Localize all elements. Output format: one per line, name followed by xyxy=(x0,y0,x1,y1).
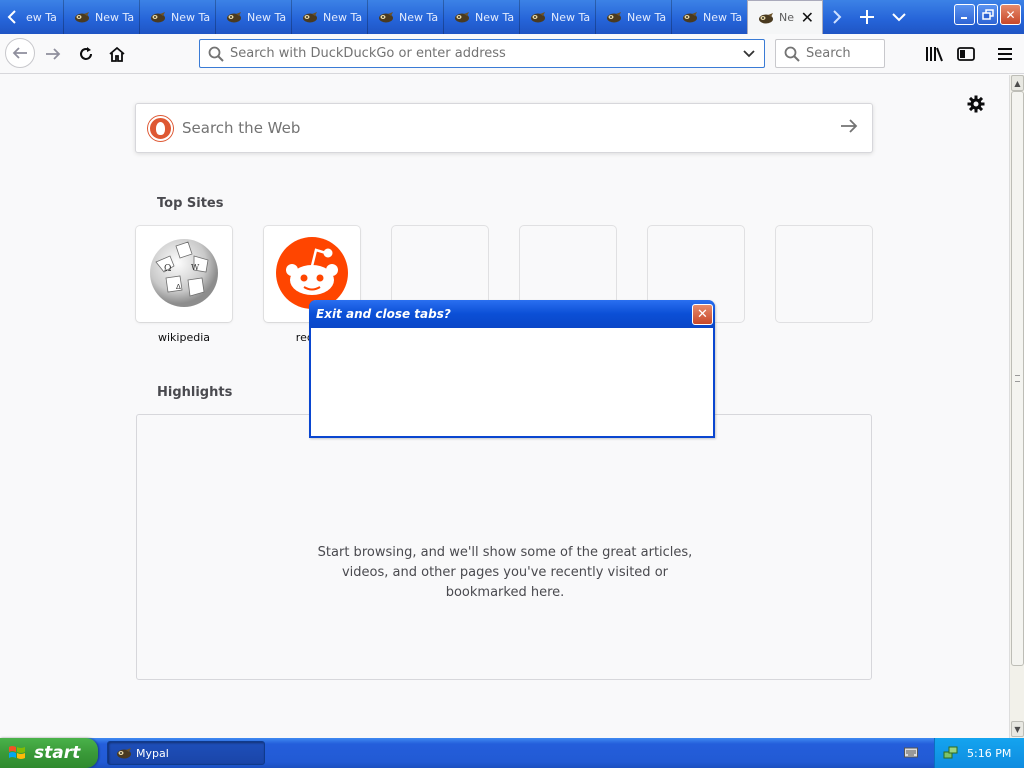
scroll-up-icon[interactable]: ▲ xyxy=(1011,75,1024,91)
highlights-empty-state: Start browsing, and we'll show some of t… xyxy=(136,414,872,680)
tab-title: New Ta xyxy=(247,10,287,24)
url-bar[interactable]: Search with DuckDuckGo or enter address xyxy=(199,39,765,68)
svg-text:ᐃ: ᐃ xyxy=(176,283,181,291)
hamburger-menu-icon[interactable] xyxy=(993,42,1017,66)
scrollbar-thumb[interactable] xyxy=(1011,91,1024,666)
search-icon xyxy=(784,46,800,66)
tab-title: New Ta xyxy=(399,10,439,24)
tab-title: New Ta xyxy=(171,10,211,24)
top-site-empty[interactable] xyxy=(776,226,872,322)
scroll-tabs-left-icon[interactable] xyxy=(0,0,24,34)
mypal-favicon-icon xyxy=(74,11,90,23)
svg-text:W: W xyxy=(191,263,200,272)
list-all-tabs-chevron-down-icon[interactable] xyxy=(886,0,912,34)
wikipedia-globe-icon: Ω W ᐃ xyxy=(150,239,218,307)
dialog-titlebar[interactable]: Exit and close tabs? ✕ xyxy=(309,300,715,328)
system-tray: 5:16 PM xyxy=(934,738,1024,768)
web-search-placeholder[interactable]: Search the Web xyxy=(182,119,300,137)
restore-button[interactable] xyxy=(977,4,998,25)
library-icon[interactable] xyxy=(922,42,946,66)
mypal-favicon-icon xyxy=(606,11,622,23)
mypal-favicon-icon xyxy=(302,11,318,23)
tab-title: New Ta xyxy=(323,10,363,24)
network-icon[interactable] xyxy=(943,746,959,763)
dialog-title: Exit and close tabs? xyxy=(316,307,451,321)
clock: 5:16 PM xyxy=(967,746,1012,760)
highlights-empty-line: bookmarked here. xyxy=(445,585,565,600)
tab-title: New Ta xyxy=(95,10,135,24)
reload-icon[interactable] xyxy=(72,40,100,68)
search-bar[interactable]: Search xyxy=(775,39,885,68)
mypal-favicon-icon xyxy=(378,11,394,23)
tab-title: New Ta xyxy=(551,10,591,24)
url-dropdown-chevron-down-icon[interactable] xyxy=(742,46,756,64)
start-label: start xyxy=(34,743,81,763)
tab-strip: ew Ta New Ta New Ta New Ta New Ta New Ta… xyxy=(0,0,1024,34)
mypal-favicon-icon xyxy=(530,11,546,23)
tab-title: New Ta xyxy=(627,10,667,24)
mypal-favicon-icon xyxy=(758,12,774,24)
duckduckgo-logo-icon xyxy=(148,116,173,141)
top-site-wikipedia[interactable]: Ω W ᐃ xyxy=(136,226,232,322)
taskbar: start Mypal 5:16 PM xyxy=(0,738,1024,768)
top-site-label: wikipedia xyxy=(157,331,210,344)
taskbar-mypal-button[interactable]: Mypal xyxy=(107,741,265,765)
minimize-button[interactable] xyxy=(954,4,975,25)
tab[interactable]: New Ta xyxy=(140,0,216,34)
forward-arrow-icon[interactable] xyxy=(39,40,67,68)
url-input-placeholder[interactable]: Search with DuckDuckGo or enter address xyxy=(230,46,506,61)
highlights-empty-line: Start browsing, and we'll show some of t… xyxy=(317,545,693,560)
tab[interactable]: New Ta xyxy=(596,0,672,34)
tab-title: ew Ta xyxy=(26,10,57,24)
start-button[interactable]: start xyxy=(0,738,98,768)
top-sites-heading: Top Sites xyxy=(157,196,224,211)
tab[interactable]: New Ta xyxy=(64,0,140,34)
search-icon xyxy=(208,46,224,66)
dialog-body xyxy=(311,328,713,436)
tab-title: New Ta xyxy=(475,10,515,24)
mypal-favicon-icon xyxy=(454,11,470,23)
mypal-favicon-icon xyxy=(682,11,698,23)
tab-active[interactable]: Ne ✕ xyxy=(747,0,823,34)
tab[interactable]: New Ta xyxy=(672,0,748,34)
home-icon[interactable] xyxy=(103,40,131,68)
scroll-down-icon[interactable]: ▼ xyxy=(1011,721,1024,737)
tab[interactable]: New Ta xyxy=(444,0,520,34)
tab-title: Ne xyxy=(779,11,794,24)
highlights-empty-line: videos, and other pages you've recently … xyxy=(341,565,668,580)
sidebar-toggle-icon[interactable] xyxy=(954,42,978,66)
mypal-favicon-icon xyxy=(150,11,166,23)
task-label: Mypal xyxy=(136,746,169,760)
tab-title: New Ta xyxy=(703,10,743,24)
vertical-scrollbar[interactable]: ▲ ▼ xyxy=(1009,75,1024,738)
close-window-button[interactable]: ✕ xyxy=(1000,4,1021,25)
screen: ew Ta New Ta New Ta New Ta New Ta New Ta… xyxy=(0,0,1024,768)
highlights-heading: Highlights xyxy=(157,385,233,400)
back-arrow-icon[interactable] xyxy=(5,38,35,68)
arrow-right-icon[interactable] xyxy=(840,118,858,138)
mypal-favicon-icon xyxy=(226,11,242,23)
web-search-box[interactable]: Search the Web xyxy=(135,103,873,153)
tab[interactable]: New Ta xyxy=(216,0,292,34)
svg-text:Ω: Ω xyxy=(164,264,171,274)
scroll-tabs-right-icon[interactable] xyxy=(826,0,848,34)
tab[interactable]: New Ta xyxy=(368,0,444,34)
tab[interactable]: ew Ta xyxy=(24,0,64,34)
dialog-close-button[interactable]: ✕ xyxy=(692,304,713,325)
navigation-toolbar: Search with DuckDuckGo or enter address … xyxy=(0,34,1024,74)
new-tab-plus-icon[interactable] xyxy=(854,0,880,34)
close-tab-icon[interactable]: ✕ xyxy=(801,8,814,27)
tab[interactable]: New Ta xyxy=(520,0,596,34)
tab[interactable]: New Ta xyxy=(292,0,368,34)
exit-confirm-dialog: Exit and close tabs? ✕ xyxy=(309,300,715,438)
search-input-placeholder[interactable]: Search xyxy=(806,46,851,61)
gear-icon[interactable] xyxy=(966,94,986,118)
keyboard-icon[interactable] xyxy=(904,746,918,762)
mypal-favicon-icon xyxy=(116,747,132,759)
windows-logo-icon xyxy=(9,746,25,759)
highlights-empty-message: Start browsing, and we'll show some of t… xyxy=(137,543,873,603)
